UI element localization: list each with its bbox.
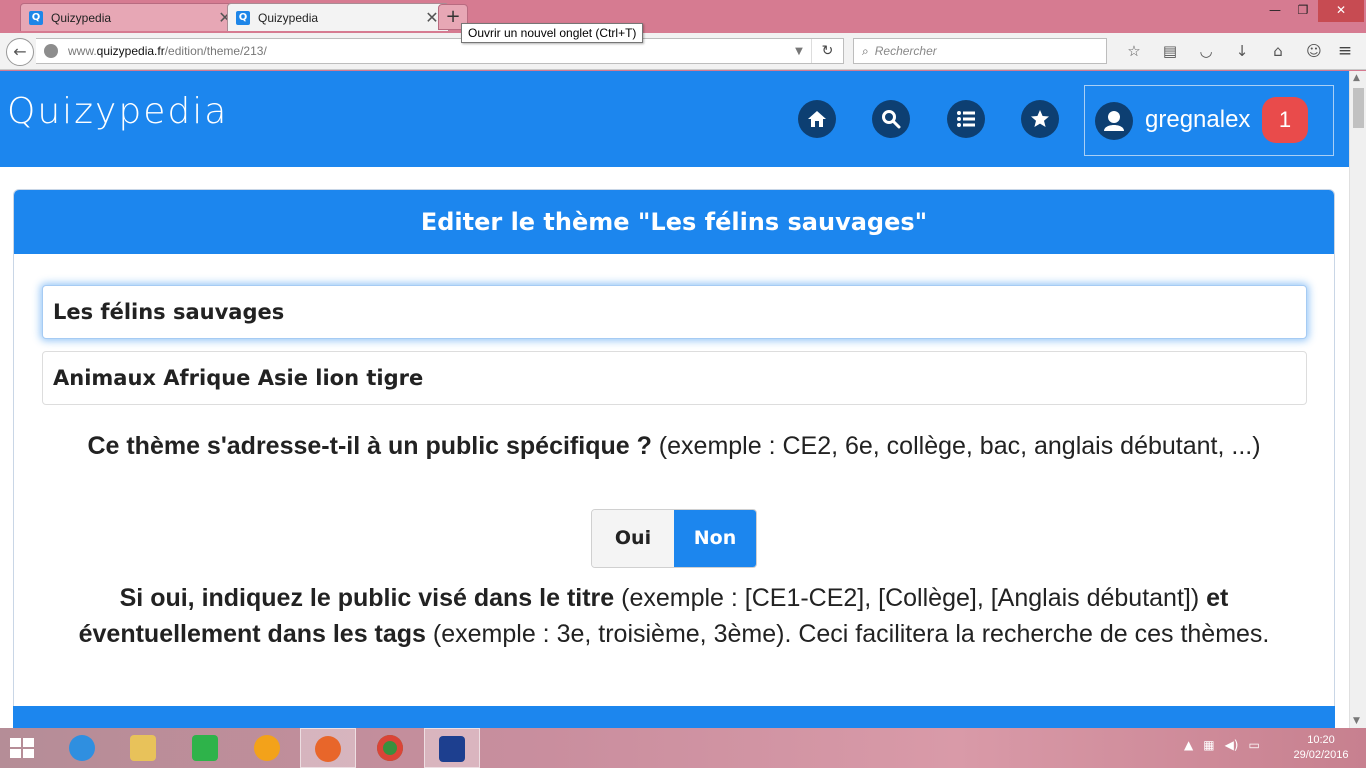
- word-icon: [439, 736, 465, 762]
- word-task[interactable]: [424, 728, 480, 768]
- windows-start-icon[interactable]: [10, 738, 36, 758]
- info-example-title: (exemple : [CE1-CE2], [Collège], [Anglai…: [614, 584, 1207, 612]
- browser-navbar: ← www.quizypedia.fr/edition/theme/213/ ▼…: [0, 33, 1366, 70]
- store-task[interactable]: [177, 728, 233, 768]
- folder-icon: [130, 735, 156, 761]
- firefox-icon: [315, 736, 341, 762]
- browser-tab[interactable]: Q Quizypedia ✕: [20, 3, 242, 31]
- user-menu[interactable]: gregnalex 1: [1084, 85, 1334, 156]
- action-center-icon[interactable]: ▦: [1203, 738, 1214, 752]
- scroll-down-icon[interactable]: ▼: [1353, 716, 1360, 726]
- quizypedia-favicon-icon: Q: [29, 10, 43, 25]
- reading-list-icon[interactable]: ▤: [1152, 40, 1188, 64]
- browser-tab-strip: Q Quizypedia ✕ Q Quizypedia ✕ + Ouvrir u…: [0, 0, 1366, 43]
- minimize-window-button[interactable]: —: [1262, 0, 1288, 22]
- tags-input[interactable]: Animaux Afrique Asie lion tigre: [42, 351, 1307, 405]
- new-tab-tooltip: Ouvrir un nouvel onglet (Ctrl+T): [461, 23, 644, 43]
- page-viewport: Quizypedia gregnalex 1 Editer le thème "…: [0, 71, 1349, 728]
- home-icon[interactable]: ⌂: [1260, 40, 1296, 64]
- home-button[interactable]: [798, 100, 836, 138]
- firefox-task[interactable]: [300, 728, 356, 768]
- list-icon: [957, 111, 975, 127]
- info-bold-title: Si oui, indiquez le public visé dans le …: [119, 584, 615, 612]
- search-icon: [882, 110, 901, 129]
- bookmark-star-icon[interactable]: ☆: [1116, 40, 1152, 64]
- globe-icon: [44, 44, 58, 58]
- clock-date: 29/02/2016: [1293, 749, 1349, 761]
- download-icon[interactable]: ↓: [1224, 40, 1260, 64]
- show-hidden-icons-icon[interactable]: ▲: [1184, 738, 1193, 752]
- search-placeholder: Rechercher: [874, 44, 937, 58]
- pocket-icon[interactable]: ◡: [1188, 40, 1224, 64]
- username: gregnalex: [1145, 106, 1251, 133]
- yes-button[interactable]: Oui: [592, 510, 674, 567]
- internet-explorer-icon: [69, 735, 95, 761]
- windows-taskbar: ▲ ▦ ◀) ▭ 10:20 29/02/2016: [0, 728, 1366, 768]
- volume-icon[interactable]: ◀): [1225, 738, 1239, 752]
- audience-question-example: (exemple : CE2, 6e, collège, bac, anglai…: [651, 432, 1261, 460]
- audience-info-text: Si oui, indiquez le public visé dans le …: [34, 580, 1314, 652]
- url-bar[interactable]: www.quizypedia.fr/edition/theme/213/ ▼ ↻: [36, 38, 844, 64]
- url-text[interactable]: www.quizypedia.fr/edition/theme/213/: [68, 44, 787, 58]
- site-header: Quizypedia gregnalex 1: [0, 71, 1349, 167]
- no-button[interactable]: Non: [674, 510, 756, 567]
- home-icon: [808, 111, 826, 127]
- chat-icon[interactable]: ☺: [1296, 40, 1332, 64]
- scroll-up-icon[interactable]: ▲: [1353, 73, 1360, 83]
- search-button[interactable]: [872, 100, 910, 138]
- audience-toggle[interactable]: Oui Non: [591, 509, 757, 568]
- favorites-button[interactable]: [1021, 100, 1059, 138]
- network-icon[interactable]: ▭: [1249, 738, 1260, 752]
- star-icon: [1031, 110, 1049, 127]
- reload-icon[interactable]: ↻: [811, 39, 843, 63]
- music-task[interactable]: [239, 728, 295, 768]
- next-section-header: [13, 706, 1335, 728]
- browser-tab-active[interactable]: Q Quizypedia ✕: [227, 3, 449, 31]
- store-icon: [192, 735, 218, 761]
- taskbar-clock[interactable]: 10:20 29/02/2016: [1290, 733, 1352, 763]
- info-example-tags: (exemple : 3e, troisième, 3ème). Ceci fa…: [425, 620, 1270, 648]
- file-explorer-task[interactable]: [115, 728, 171, 768]
- audience-question: Ce thème s'adresse-t-il à un public spéc…: [34, 428, 1314, 464]
- internet-explorer-task[interactable]: [54, 728, 110, 768]
- list-button[interactable]: [947, 100, 985, 138]
- back-button[interactable]: ←: [6, 38, 34, 66]
- search-icon: ⌕: [862, 43, 869, 58]
- page-title: Editer le thème "Les félins sauvages": [14, 190, 1334, 254]
- headphones-icon: [254, 735, 280, 761]
- restore-window-button[interactable]: ❐: [1290, 0, 1316, 22]
- page-scrollbar[interactable]: ▲ ▼: [1349, 71, 1366, 728]
- tab-title: Quizypedia: [51, 10, 112, 25]
- avatar: [1095, 102, 1133, 140]
- notification-badge[interactable]: 1: [1262, 97, 1308, 143]
- scroll-thumb[interactable]: [1353, 88, 1364, 128]
- search-input[interactable]: ⌕ Rechercher: [853, 38, 1107, 64]
- quizypedia-favicon-icon: Q: [236, 10, 250, 25]
- chrome-task[interactable]: [362, 728, 418, 768]
- close-window-button[interactable]: ✕: [1318, 0, 1364, 22]
- clock-time: 10:20: [1307, 734, 1335, 746]
- toolbar-icons: ☆ ▤ ◡ ↓ ⌂ ☺: [1116, 40, 1332, 64]
- theme-name-input[interactable]: Les félins sauvages: [42, 285, 1307, 339]
- hamburger-menu-icon[interactable]: ≡: [1334, 40, 1356, 62]
- chrome-icon: [377, 735, 403, 761]
- audience-question-bold: Ce thème s'adresse-t-il à un public spéc…: [87, 432, 652, 460]
- edit-theme-card: Editer le thème "Les félins sauvages" Le…: [13, 189, 1335, 728]
- url-history-dropdown-icon[interactable]: ▼: [787, 46, 811, 57]
- user-icon: [1104, 111, 1124, 131]
- system-tray: ▲ ▦ ◀) ▭: [1184, 738, 1260, 752]
- tab-title: Quizypedia: [258, 10, 319, 25]
- site-logo[interactable]: Quizypedia: [7, 91, 228, 132]
